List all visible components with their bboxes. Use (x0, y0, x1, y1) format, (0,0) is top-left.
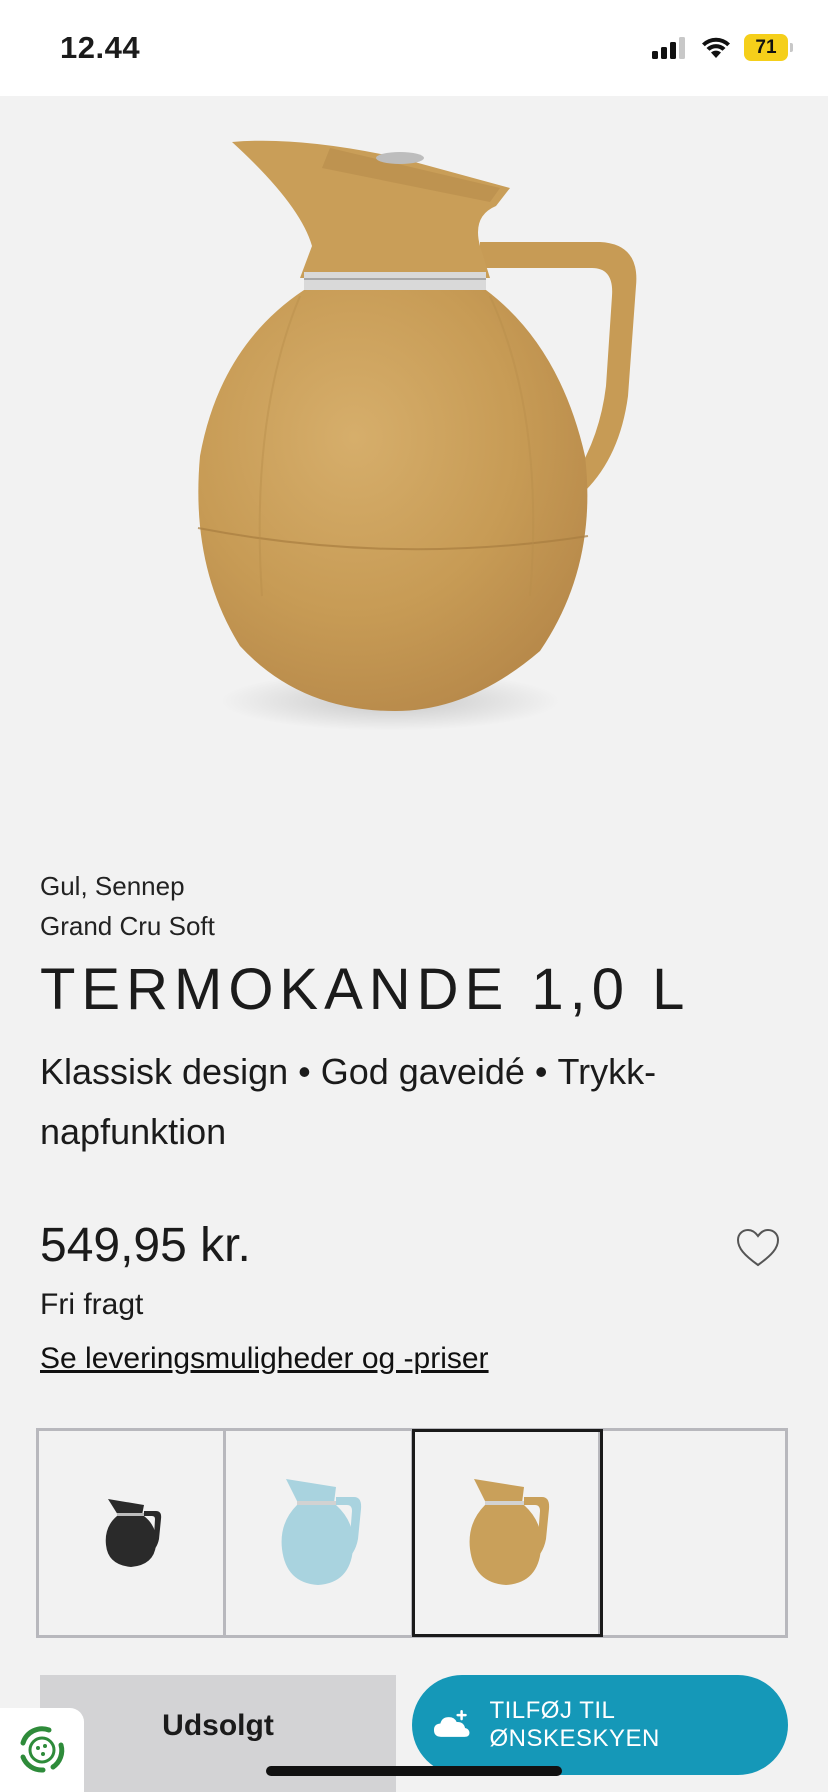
wishlist-label: TILFØJ TIL ØNSKESKYEN (489, 1697, 660, 1752)
battery-icon: 71 (744, 34, 793, 61)
shipping-info: Fri fragt (40, 1288, 144, 1321)
product-color: Gul, Sennep (40, 871, 185, 901)
cellular-signal-icon (652, 36, 685, 59)
variant-thumbnail-mustard[interactable] (411, 1429, 603, 1637)
jug-thumbnail (281, 1479, 362, 1585)
product-price: 549,95 kr. (40, 1219, 251, 1272)
status-bar: 12.44 71 (0, 0, 828, 96)
home-indicator[interactable] (266, 1766, 562, 1776)
feature-item: Klassisk design (40, 1051, 289, 1092)
status-icons: 71 (652, 34, 793, 61)
recycle-icon (20, 1726, 65, 1773)
variant-thumbnail-black[interactable] (39, 1431, 227, 1635)
recycle-badge[interactable] (0, 1708, 84, 1792)
cloud-plus-icon (433, 1709, 470, 1737)
feature-separator: • (534, 1051, 548, 1092)
variant-selector (36, 1428, 788, 1638)
thermos-jug-image (197, 140, 637, 731)
wifi-icon (702, 37, 730, 58)
battery-level: 71 (744, 34, 793, 61)
product-features: Klassisk design • God gaveidé • Trykk-napfun… (40, 1042, 790, 1162)
status-time: 12.44 (60, 30, 141, 65)
product-image[interactable] (0, 96, 828, 796)
delivery-options-link[interactable]: Se leveringsmuligheder og -priser (40, 1342, 489, 1376)
feature-item: God gaveidé (320, 1051, 525, 1092)
variant-thumbnail-lightblue[interactable] (226, 1431, 414, 1635)
jug-thumbnail (105, 1499, 162, 1567)
variant-thumbnail-empty[interactable] (601, 1431, 785, 1635)
heart-icon[interactable] (736, 1228, 780, 1268)
product-info: Gul, Sennep Grand Cru Soft TERMOKANDE 1,… (40, 866, 790, 1162)
feature-separator: • (298, 1051, 311, 1092)
add-to-wishlist-button[interactable]: TILFØJ TIL ØNSKESKYEN (412, 1675, 788, 1775)
product-collection: Grand Cru Soft (40, 911, 215, 941)
jug-thumbnail (469, 1479, 549, 1585)
product-title: TERMOKANDE 1,0 L (40, 957, 691, 1022)
